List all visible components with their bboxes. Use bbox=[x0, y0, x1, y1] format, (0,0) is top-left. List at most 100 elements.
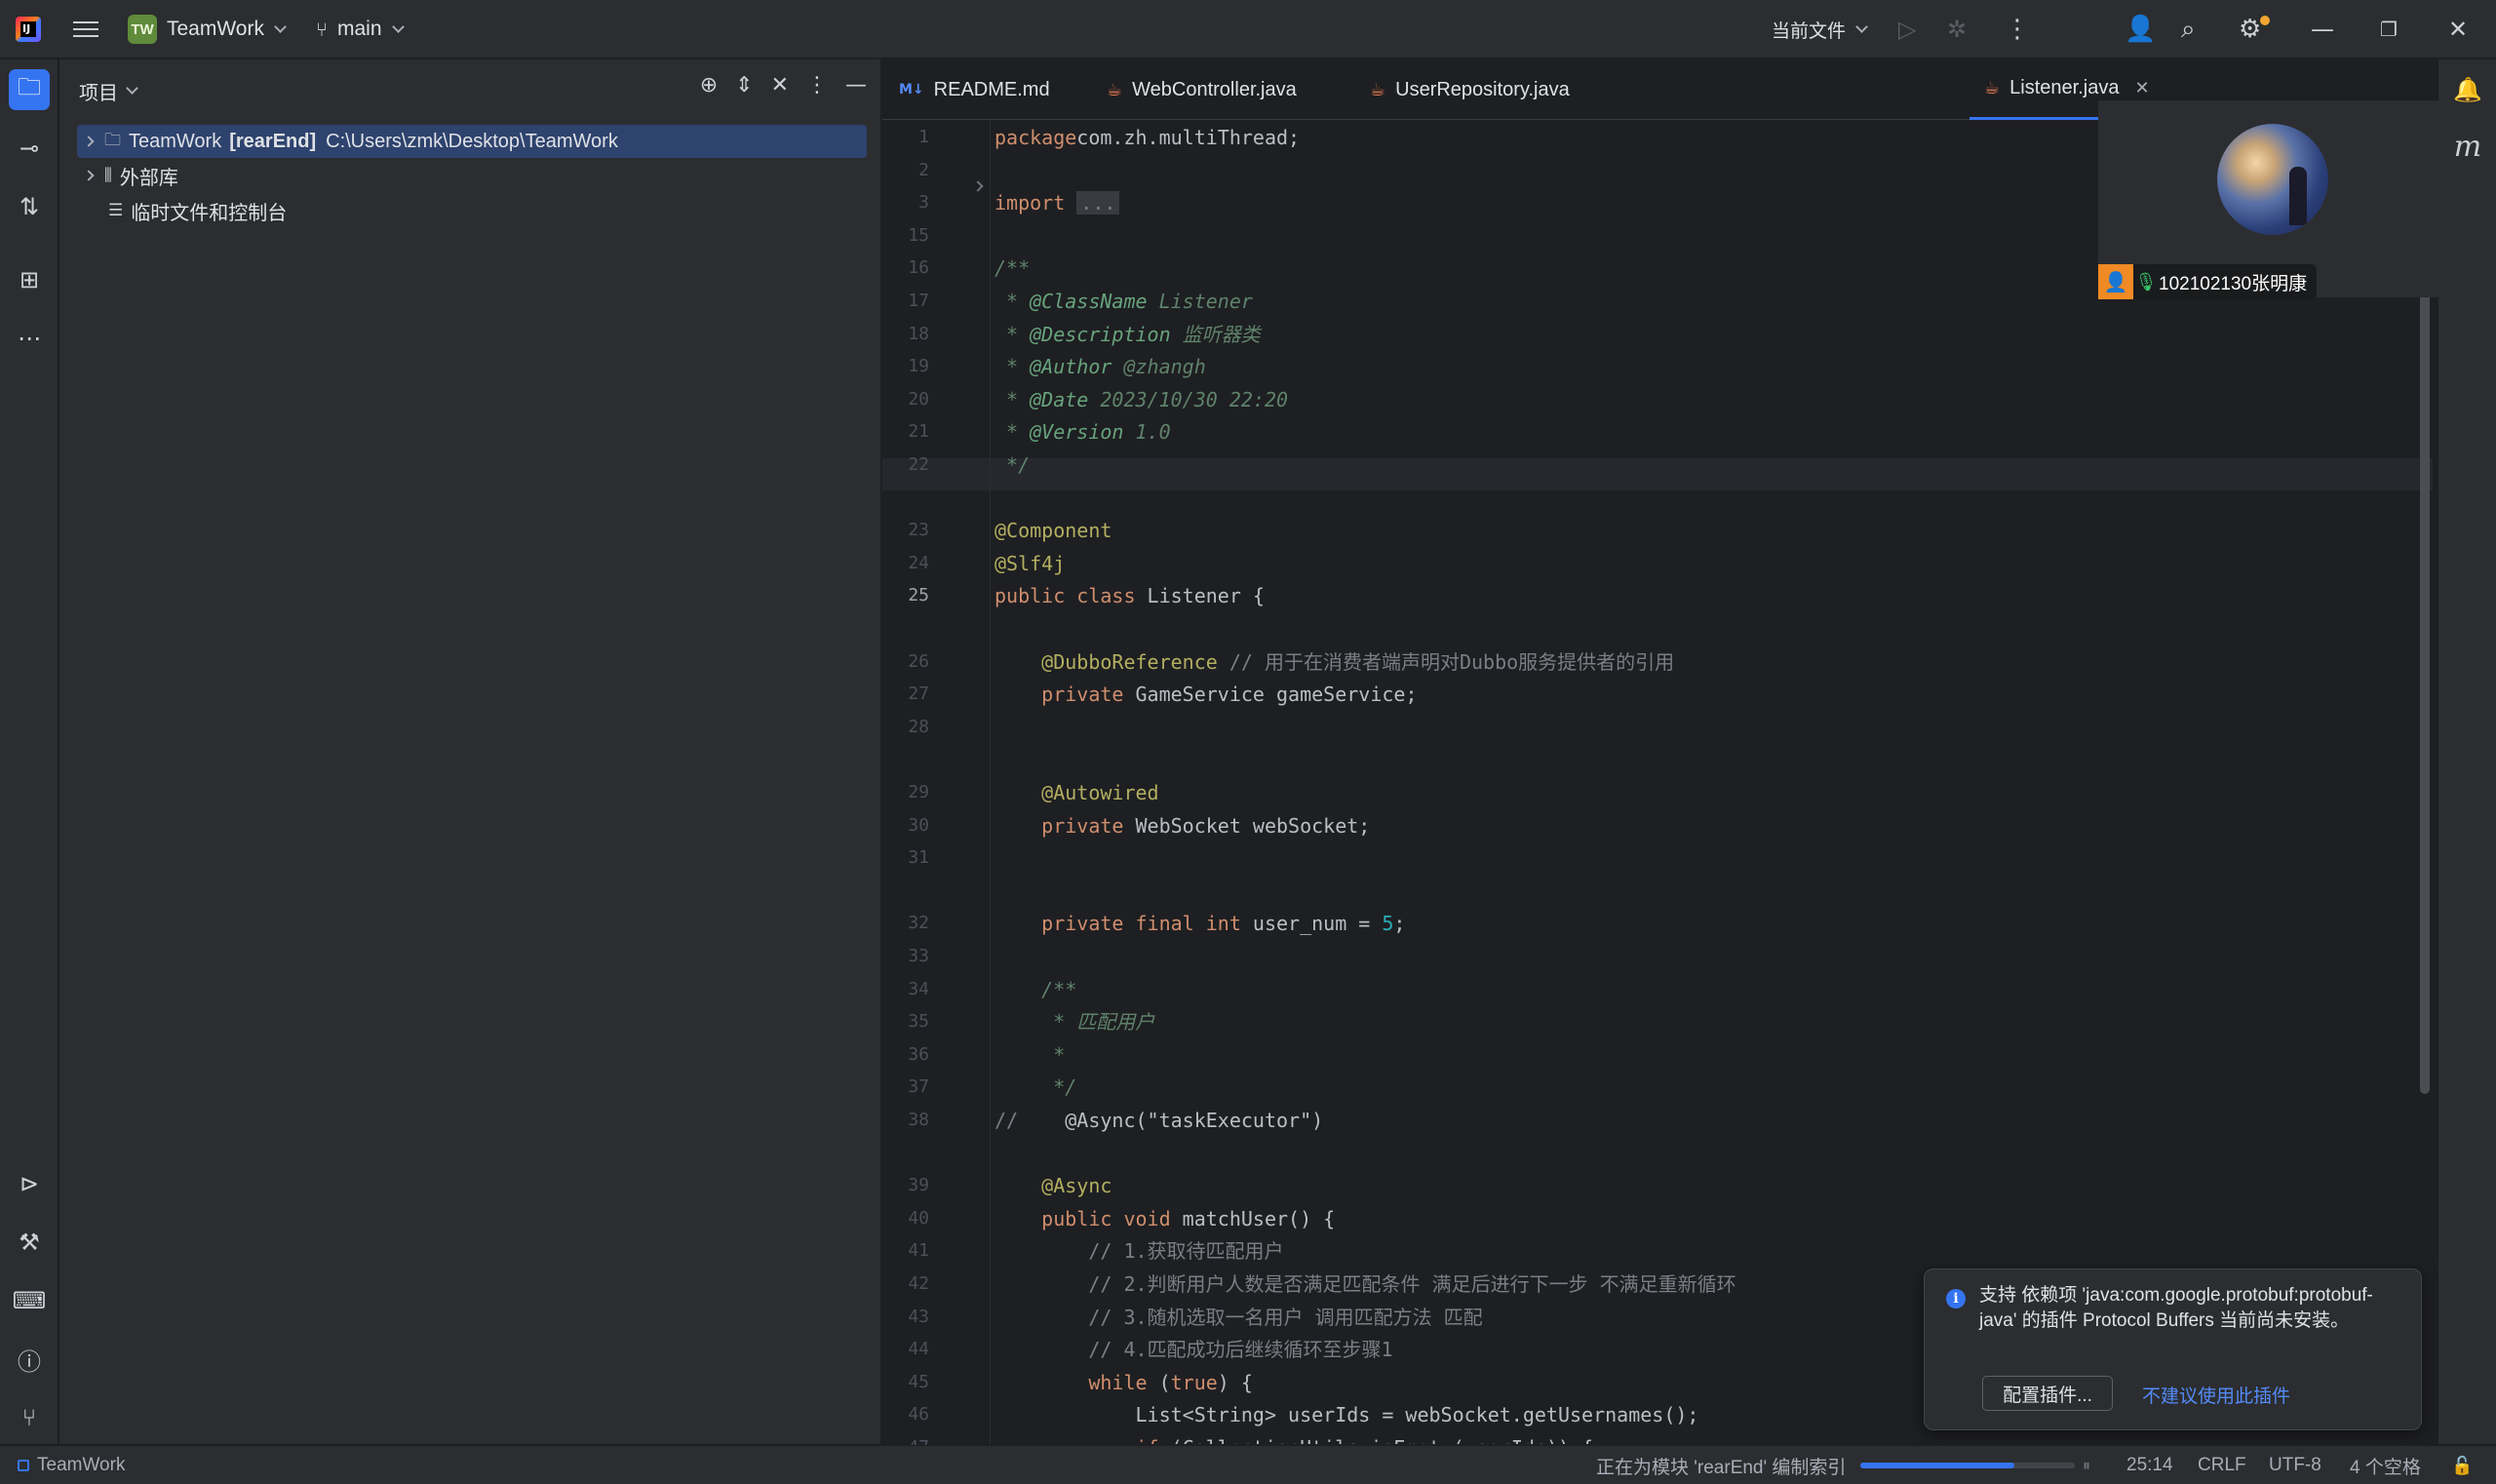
line-number[interactable]: 35 bbox=[882, 1011, 929, 1032]
tab-readme[interactable]: M↓ README.md bbox=[899, 59, 1050, 120]
line-number[interactable]: 42 bbox=[882, 1273, 929, 1294]
line-number[interactable]: 3 bbox=[882, 192, 929, 213]
chevron-right-icon[interactable] bbox=[83, 136, 95, 147]
line-number[interactable]: 43 bbox=[882, 1307, 929, 1327]
build-tool-button[interactable]: ⚒ bbox=[9, 1222, 50, 1263]
chevron-right-icon[interactable] bbox=[83, 170, 95, 181]
code-line[interactable]: * @Date 2023/10/30 22:20 bbox=[994, 384, 1288, 416]
code-line[interactable]: */ bbox=[994, 1072, 1076, 1104]
code-line[interactable]: private WebSocket webSocket; bbox=[994, 810, 1370, 842]
indent-setting[interactable]: 4 个空格 bbox=[2350, 1446, 2421, 1484]
code-line[interactable]: // 4.匹配成功后继续循环至步骤1 bbox=[994, 1334, 1392, 1366]
debug-button[interactable]: ✲ bbox=[1947, 0, 1967, 59]
line-number[interactable]: 25 bbox=[882, 585, 929, 605]
line-number[interactable]: 18 bbox=[882, 324, 929, 344]
code-line[interactable]: * @Version 1.0 bbox=[994, 416, 1171, 449]
configure-plugins-button[interactable]: 配置插件... bbox=[1982, 1376, 2113, 1411]
code-line[interactable]: if (CollectionUtils.isEmpty(userIds)) { bbox=[994, 1432, 1594, 1444]
line-separator[interactable]: CRLF bbox=[2198, 1446, 2246, 1484]
line-number[interactable]: 19 bbox=[882, 356, 929, 376]
read-only-toggle[interactable]: 🔓 bbox=[2451, 1446, 2473, 1484]
line-number[interactable]: 16 bbox=[882, 257, 929, 278]
project-tool-button[interactable]: 🗀 bbox=[9, 69, 50, 110]
line-number[interactable]: 36 bbox=[882, 1044, 929, 1065]
line-number[interactable]: 34 bbox=[882, 979, 929, 999]
code-line[interactable]: import ... bbox=[994, 187, 1120, 219]
code-line[interactable]: @DubboReference // 用于在消费者端声明对Dubbo服务提供者的… bbox=[994, 646, 1674, 679]
problems-tool-button[interactable]: ⓘ bbox=[9, 1339, 50, 1380]
line-number[interactable]: 33 bbox=[882, 946, 929, 966]
close-button[interactable]: ✕ bbox=[2448, 0, 2468, 59]
commit-tool-button[interactable]: ⊸ bbox=[9, 128, 50, 169]
status-project[interactable]: TeamWork bbox=[18, 1446, 125, 1484]
code-line[interactable]: * 匹配用户 bbox=[994, 1006, 1154, 1038]
more-tools-button[interactable]: ⋯ bbox=[9, 318, 50, 359]
app-logo[interactable]: IJ bbox=[16, 0, 41, 59]
code-line[interactable]: * bbox=[994, 1039, 1065, 1072]
git-tool-button[interactable]: ⑂ bbox=[9, 1397, 50, 1438]
tab-userrepository[interactable]: ☕ UserRepository.java bbox=[1370, 59, 1570, 120]
code-line[interactable]: * @Author @zhangh bbox=[994, 351, 1206, 383]
code-line[interactable]: // @Async("taskExecutor") bbox=[994, 1105, 1323, 1137]
code-line[interactable]: private final int user_num = 5; bbox=[994, 908, 1405, 940]
code-line[interactable]: * @ClassName Listener bbox=[994, 286, 1253, 318]
maven-tool-button[interactable]: m bbox=[2447, 126, 2488, 167]
main-menu-button[interactable] bbox=[73, 0, 98, 59]
code-line[interactable]: while (true) { bbox=[994, 1367, 1253, 1399]
line-number[interactable]: 1 bbox=[882, 127, 929, 147]
line-number[interactable]: 30 bbox=[882, 815, 929, 836]
search-everywhere-button[interactable]: ⌕ bbox=[2181, 0, 2196, 59]
line-number[interactable]: 29 bbox=[882, 782, 929, 802]
code-line[interactable]: @Component bbox=[994, 515, 1112, 547]
code-with-me-button[interactable]: 👤 bbox=[2125, 0, 2156, 59]
indexing-status[interactable]: 正在为模块 'rearEnd' 编制索引 bbox=[1596, 1446, 1846, 1484]
line-number[interactable]: 28 bbox=[882, 717, 929, 737]
hide-panel-icon[interactable]: — bbox=[845, 73, 867, 98]
line-number[interactable]: 40 bbox=[882, 1208, 929, 1229]
code-line[interactable]: @Autowired bbox=[994, 777, 1158, 809]
terminal-tool-button[interactable]: ⌨ bbox=[9, 1280, 50, 1321]
close-icon[interactable]: ✕ bbox=[2134, 78, 2149, 98]
line-number[interactable]: 41 bbox=[882, 1240, 929, 1261]
ignore-plugin-link[interactable]: 不建议使用此插件 bbox=[2142, 1382, 2290, 1408]
expand-all-icon[interactable]: ⇕ bbox=[735, 73, 753, 98]
code-line[interactable]: @Async bbox=[994, 1170, 1112, 1202]
code-line[interactable]: public class Listener { bbox=[994, 580, 1265, 612]
tree-item-scratches[interactable]: ☰ 临时文件和控制台 bbox=[77, 194, 867, 227]
line-number[interactable]: 17 bbox=[882, 291, 929, 311]
code-line[interactable]: /** bbox=[994, 253, 1030, 285]
code-line[interactable]: // 1.获取待匹配用户 bbox=[994, 1235, 1283, 1268]
line-number[interactable]: 24 bbox=[882, 553, 929, 573]
line-number[interactable]: 15 bbox=[882, 225, 929, 246]
line-number[interactable]: 23 bbox=[882, 520, 929, 540]
line-number[interactable]: 46 bbox=[882, 1404, 929, 1425]
branch-switcher[interactable]: ⑂ main bbox=[316, 0, 405, 59]
tree-item-project-root[interactable]: 🗀 TeamWork [rearEnd] C:\Users\zmk\Deskto… bbox=[77, 125, 867, 158]
code-line[interactable]: public void matchUser() { bbox=[994, 1203, 1335, 1235]
line-number[interactable]: 20 bbox=[882, 389, 929, 410]
line-number[interactable]: 27 bbox=[882, 683, 929, 704]
code-line[interactable]: // 2.判断用户人数是否满足匹配条件 满足后进行下一步 不满足重新循环 bbox=[994, 1269, 1736, 1301]
more-actions-button[interactable]: ⋮ bbox=[2005, 0, 2030, 59]
line-number[interactable]: 26 bbox=[882, 651, 929, 672]
line-number[interactable]: 39 bbox=[882, 1175, 929, 1195]
tab-webcontroller[interactable]: ☕ WebController.java bbox=[1107, 59, 1297, 120]
code-area[interactable]: packagecom.zh.multiThread; import .../** … bbox=[882, 120, 2438, 1444]
code-line[interactable]: private GameService gameService; bbox=[994, 679, 1417, 711]
project-panel-title[interactable]: 项目 bbox=[79, 77, 138, 105]
code-line[interactable]: */ bbox=[994, 449, 1030, 482]
file-encoding[interactable]: UTF-8 bbox=[2269, 1446, 2321, 1484]
code-line[interactable]: List<String> userIds = webSocket.getUser… bbox=[994, 1399, 1698, 1431]
more-vertical-icon[interactable]: ⋮ bbox=[806, 73, 828, 98]
line-number[interactable]: 44 bbox=[882, 1339, 929, 1359]
settings-button[interactable]: ⚙ bbox=[2239, 0, 2270, 59]
pull-requests-tool-button[interactable]: ⇅ bbox=[9, 186, 50, 227]
line-number[interactable]: 21 bbox=[882, 421, 929, 442]
structure-tool-button[interactable]: ⊞ bbox=[9, 259, 50, 300]
line-number[interactable]: 38 bbox=[882, 1110, 929, 1130]
restore-button[interactable]: ❐ bbox=[2380, 0, 2398, 59]
services-tool-button[interactable]: ⊳ bbox=[9, 1163, 50, 1204]
notifications-button[interactable]: 🔔 bbox=[2447, 69, 2488, 110]
minimize-button[interactable]: — bbox=[2311, 0, 2334, 59]
line-number[interactable]: 45 bbox=[882, 1372, 929, 1392]
